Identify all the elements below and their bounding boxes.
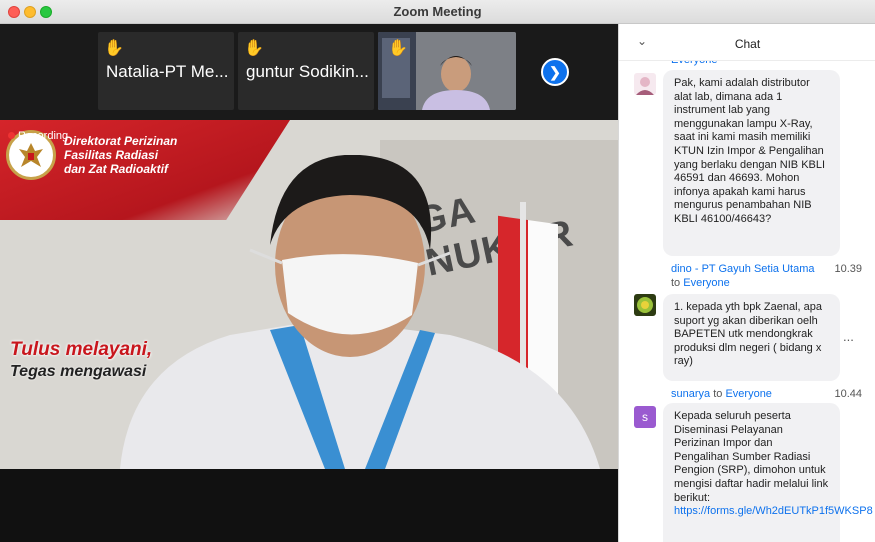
chat-message-bubble: Pak, kami adalah distributor alat lab, d… (663, 70, 840, 256)
message-recipient: to Everyone (671, 277, 730, 289)
raised-hand-icon: ✋ (388, 40, 408, 57)
window-title: Zoom Meeting (393, 4, 482, 19)
message-time: 10.44 (834, 388, 862, 400)
recipient-name: Everyone (683, 277, 730, 289)
org-line: Direktorat Perizinan (64, 134, 178, 148)
slogan-line-1: Tulus melayani, (10, 339, 153, 360)
slogan-line-2: Tegas mengawasi (10, 363, 147, 380)
active-speaker-video: GA NUKLIR Recording Direktorat Perizinan… (0, 120, 618, 469)
avatar: s (634, 406, 656, 428)
participant-video-tile[interactable]: ✋ (378, 32, 516, 110)
video-bottom-area (0, 469, 618, 542)
raised-hand-icon: ✋ (104, 40, 124, 57)
raised-hand-icon: ✋ (244, 40, 264, 57)
message-sender: dino - PT Gayuh Setia Utama (671, 263, 814, 275)
participant-name: guntur Sodikin... (246, 62, 369, 81)
message-sender: sunarya to Everyone (671, 388, 772, 400)
org-line: dan Zat Radioaktif (64, 162, 169, 176)
to-label: to (671, 277, 681, 289)
next-page-button[interactable]: ❯ (541, 58, 569, 86)
window-titlebar: Zoom Meeting (0, 0, 875, 24)
recording-label: Recording (18, 130, 69, 142)
avatar (634, 73, 656, 95)
org-line: Fasilitas Radiasi (64, 148, 159, 162)
chat-header: ⌄ Chat (619, 24, 875, 61)
recipient-name: Everyone (725, 388, 772, 400)
chat-message-bubble: 1. kepada yth bpk Zaenal, apa suport yg … (663, 294, 840, 381)
sender-name: dino - PT Gayuh Setia Utama (671, 263, 815, 275)
participant-tile[interactable]: ✋ guntur Sodikin... (238, 32, 374, 110)
recording-indicator: Recording (8, 130, 68, 142)
garuda-emblem-icon (19, 143, 43, 167)
chat-message-bubble: Kepada seluruh peserta Diseminasi Pelaya… (663, 403, 873, 542)
video-stage: ✋ Natalia-PT Me... ✋ guntur Sodikin... ✋… (0, 24, 618, 542)
more-options-icon[interactable]: ... (843, 329, 854, 344)
message-time: 10.39 (834, 263, 862, 275)
form-link[interactable]: https://forms.gle/Wh2dEUTkP1f5WKSP8 (674, 505, 873, 517)
to-label: to (713, 388, 723, 400)
user-avatar-icon (637, 297, 653, 313)
chat-panel: Everyone Pak, kami adalah distributor al… (618, 24, 875, 542)
chat-title: Chat (734, 37, 761, 51)
participant-tile[interactable]: ✋ Natalia-PT Me... (98, 32, 234, 110)
message-text: Kepada seluruh peserta Diseminasi Pelaya… (674, 410, 829, 504)
organization-name: Direktorat Perizinan Fasilitas Radiasi d… (64, 134, 177, 176)
participant-name: Natalia-PT Me... (106, 62, 229, 81)
recording-dot-icon (8, 132, 15, 139)
avatar (634, 294, 656, 316)
user-avatar-icon (636, 77, 654, 95)
sender-name: sunarya (671, 388, 711, 400)
